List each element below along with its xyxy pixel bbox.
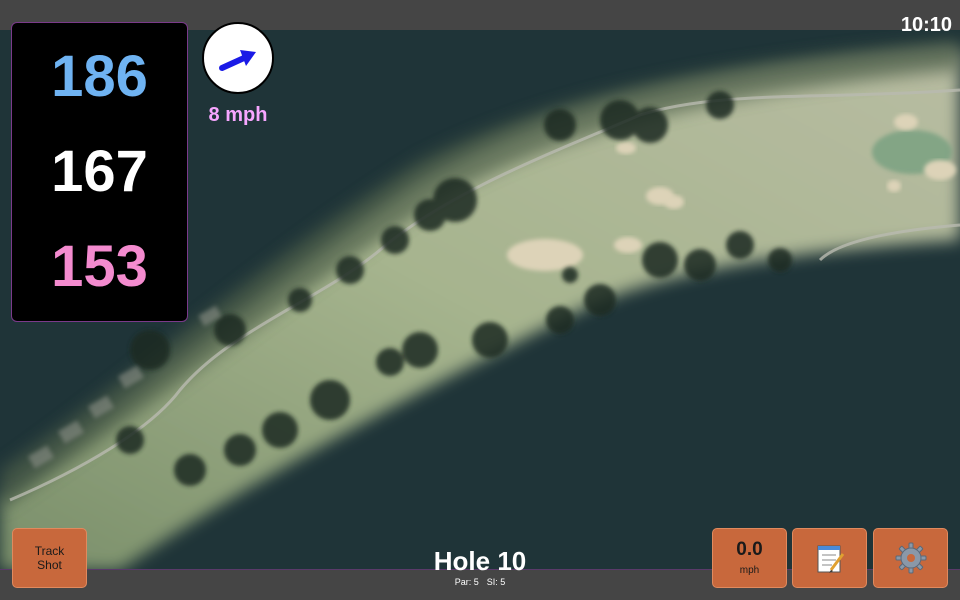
- front-distance: 153: [51, 234, 148, 300]
- back-distance: 186: [51, 43, 148, 109]
- speed-unit: mph: [739, 565, 760, 576]
- hole-par: Par: 5: [454, 577, 479, 587]
- wind-direction-dial: [202, 22, 274, 94]
- settings-button[interactable]: [873, 528, 948, 588]
- wind-speed: 8 mph: [208, 104, 268, 126]
- gear-icon: [895, 542, 926, 574]
- wind-direction-arrow-icon: [219, 50, 256, 71]
- clock: 10:10: [900, 14, 952, 36]
- hole-details: Par: 5 SI: 5: [380, 577, 580, 587]
- distance-panel: 186 167 153: [11, 22, 188, 322]
- golf-gps-screen: 10:10 186 167 153 8 mph Track Shot Hole …: [0, 0, 960, 600]
- notes-button[interactable]: [792, 528, 867, 588]
- speed-value: 0.0: [736, 539, 763, 560]
- track-shot-button[interactable]: Track Shot: [12, 528, 87, 588]
- center-distance: 167: [51, 138, 148, 204]
- notepad-icon: [817, 545, 844, 573]
- hole-title: Hole 10: [433, 546, 527, 576]
- hole-stroke-index: SI: 5: [486, 577, 506, 587]
- speed-button[interactable]: 0.0 mph: [712, 528, 787, 588]
- track-shot-label: Track Shot: [34, 543, 65, 572]
